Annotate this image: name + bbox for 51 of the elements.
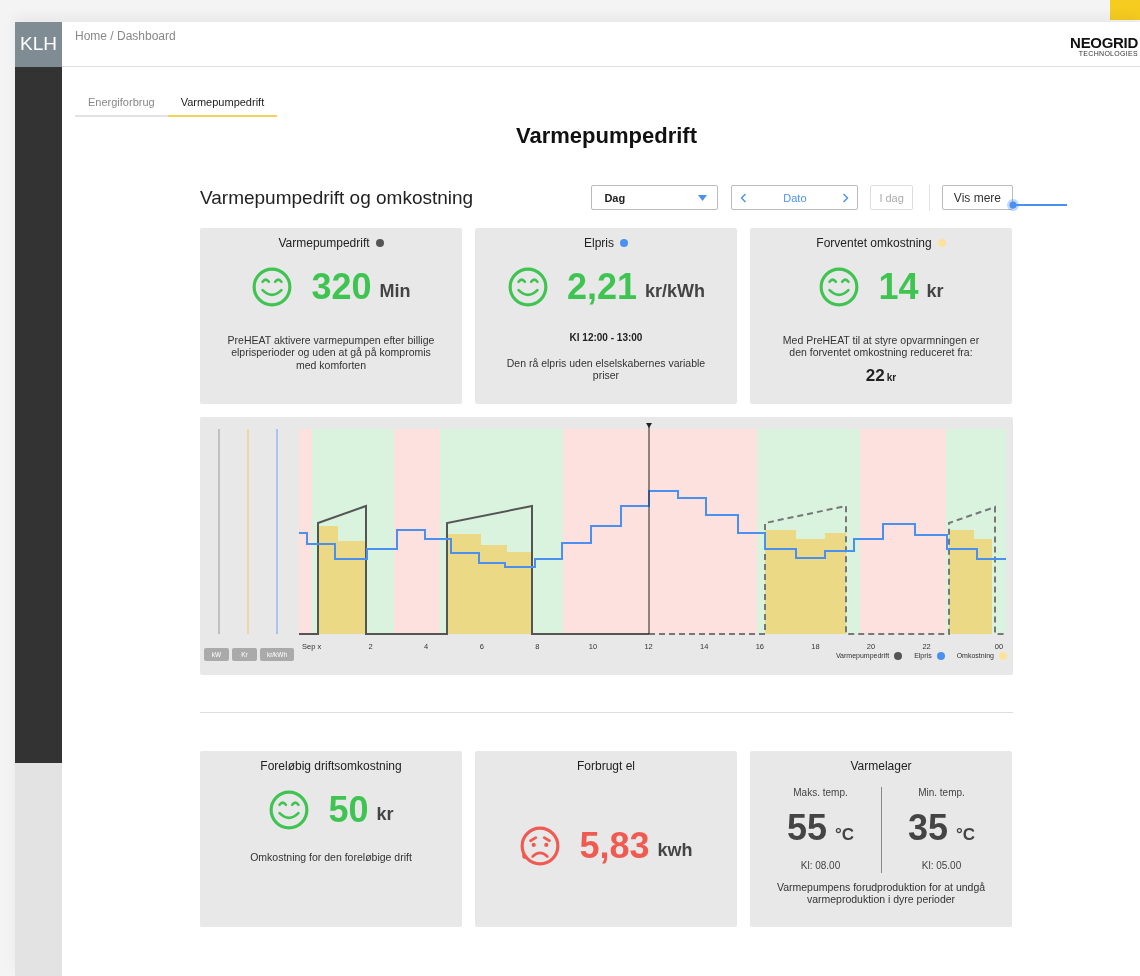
metric-value: 5,83 [579, 827, 650, 864]
period-select[interactable]: Dag [591, 185, 719, 211]
card-description: Med PreHEAT til at styre opvarmningen er den forventet omkostning reduceret fra: [781, 333, 981, 360]
metric-unit: Min [379, 279, 411, 303]
logo[interactable]: KLH [15, 22, 62, 67]
metric-unit: kr [376, 802, 394, 826]
smiley-face-icon [268, 788, 311, 831]
tab[interactable]: Varmepumpedrift [167, 92, 278, 117]
metric-unit: kwh [657, 838, 693, 862]
smiley-face-icon [251, 265, 294, 308]
card-description: PreHEAT aktivere varmepumpen efter billige elprisperioder og uden at gå på kompromis med komforten [226, 333, 436, 372]
chevron-left-icon[interactable] [740, 192, 748, 203]
date-label[interactable]: Dato [783, 189, 807, 207]
annotation-pointer [1007, 199, 1067, 211]
sad-face-icon [519, 824, 562, 867]
metric-unit: kr [926, 279, 944, 303]
tab[interactable]: Energiforbrug [75, 92, 168, 117]
temperature-value: 35 [907, 806, 948, 848]
metric-value: 320 [311, 268, 372, 305]
page-title: Varmepumpedrift [515, 122, 698, 149]
card-title: Forbrugt el [576, 757, 636, 775]
breadcrumb[interactable]: Home / Dashboard [75, 27, 176, 66]
show-more-button[interactable]: Vis mere [941, 185, 1013, 211]
smiley-face-icon [818, 265, 861, 308]
metric-unit: kr/kWh [645, 279, 706, 303]
card-title: Forventet omkostning [816, 235, 932, 250]
temperature-unit: °C [956, 824, 976, 844]
card-title: Foreløbig driftsomkostning [259, 757, 403, 775]
time-label: Kl: 05.00 [920, 858, 963, 873]
card-description: Varmepumpens forudproduktion for at undgå varmeproduktion i dyre perioder [775, 880, 987, 907]
brand-logo: NEOGRID [1070, 35, 1138, 50]
previous-unit: kr [886, 372, 897, 384]
temperature-value: 55 [786, 806, 827, 848]
previous-value: 22 [865, 366, 885, 386]
chevron-right-icon[interactable] [842, 192, 850, 203]
card-description: Omkostning for den foreløbige drift [249, 850, 413, 864]
time-label: Kl: 08.00 [799, 858, 842, 873]
card-title: Varmelager [849, 757, 913, 775]
temperature-label: Min. temp. [917, 785, 966, 800]
metric-value: 50 [328, 791, 369, 828]
time-range: Kl 12:00 - 13:00 [568, 330, 644, 345]
temperature-label: Maks. temp. [792, 785, 849, 800]
card-title: Varmepumpedrift [278, 235, 370, 250]
section-title: Varmepumpedrift og omkostning [200, 185, 475, 210]
card-title: Elpris [584, 235, 614, 250]
smiley-face-icon [506, 265, 549, 308]
metric-value: 2,21 [566, 268, 638, 305]
temperature-unit: °C [835, 824, 855, 844]
metric-value: 14 [878, 268, 919, 305]
caret-icon [698, 194, 708, 201]
card-description: Den rå elpris uden elselskabernes variable priser [505, 356, 707, 383]
